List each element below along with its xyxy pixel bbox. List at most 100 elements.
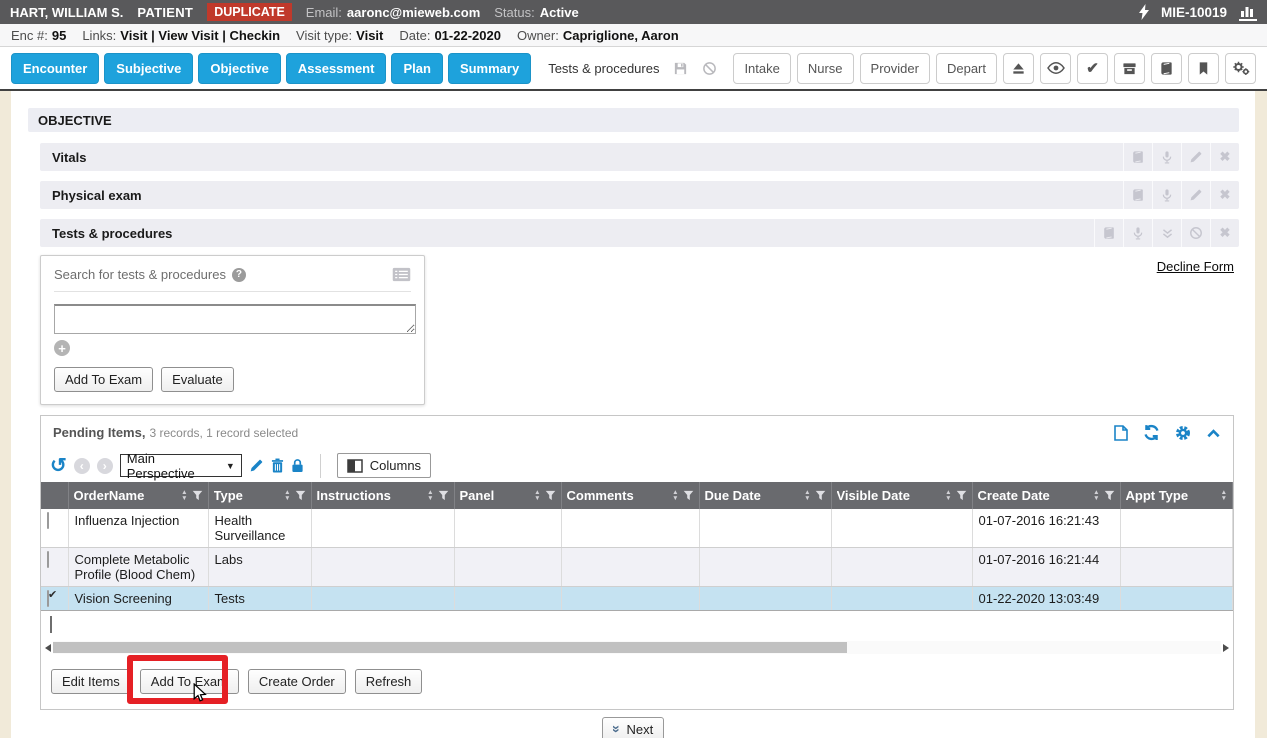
chart-tab-bar: Encounter Subjective Objective Assessmen… bbox=[0, 47, 1267, 91]
decline-form-link[interactable]: Decline Form bbox=[1157, 259, 1234, 274]
visit-links[interactable]: Visit | View Visit | Checkin bbox=[120, 28, 280, 43]
tab-plan[interactable]: Plan bbox=[391, 53, 442, 84]
sort-icon[interactable]: ▲▼ bbox=[1093, 490, 1099, 501]
close-icon[interactable]: ✖ bbox=[1210, 219, 1239, 247]
scroll-right-arrow[interactable] bbox=[1223, 644, 1229, 652]
row-checkbox[interactable] bbox=[47, 551, 49, 568]
section-vitals[interactable]: Vitals ✖ bbox=[40, 143, 1239, 171]
sort-icon[interactable]: ▲▼ bbox=[945, 490, 951, 501]
tab-encounter[interactable]: Encounter bbox=[11, 53, 99, 84]
save-icon[interactable] bbox=[673, 61, 688, 76]
nurse-button[interactable]: Nurse bbox=[797, 53, 854, 84]
filter-icon[interactable] bbox=[438, 490, 449, 501]
collapse-group-icon[interactable] bbox=[50, 616, 52, 633]
col-type: Type bbox=[214, 488, 281, 503]
tab-objective[interactable]: Objective bbox=[198, 53, 281, 84]
table-row[interactable]: Complete Metabolic Profile (Blood Chem) … bbox=[41, 548, 1233, 587]
table-row-selected[interactable]: Vision Screening Tests 01-22-2020 13:03:… bbox=[41, 587, 1233, 611]
perspective-select[interactable]: Main Perspective ▼ bbox=[120, 454, 242, 477]
archive-icon[interactable] bbox=[1114, 53, 1145, 84]
tab-assessment[interactable]: Assessment bbox=[286, 53, 387, 84]
sort-icon[interactable]: ▲▼ bbox=[284, 490, 290, 501]
sort-icon[interactable]: ▲▼ bbox=[1221, 490, 1227, 501]
row-checkbox[interactable] bbox=[47, 512, 49, 529]
gear-icon[interactable] bbox=[1175, 425, 1191, 441]
filter-icon[interactable] bbox=[815, 490, 826, 501]
add-to-exam-button[interactable]: Add To Exam bbox=[54, 367, 153, 392]
intake-button[interactable]: Intake bbox=[733, 53, 790, 84]
trash-icon[interactable] bbox=[271, 458, 284, 473]
horizontal-scrollbar[interactable] bbox=[43, 639, 1231, 656]
scrollbar-thumb[interactable] bbox=[53, 642, 847, 653]
table-row[interactable]: Influenza Injection Health Surveillance … bbox=[41, 509, 1233, 548]
duplicate-badge[interactable]: DUPLICATE bbox=[207, 3, 292, 21]
bookmark-icon[interactable] bbox=[1188, 53, 1219, 84]
eye-icon[interactable] bbox=[1040, 53, 1071, 84]
provider-button[interactable]: Provider bbox=[860, 53, 930, 84]
microphone-icon[interactable] bbox=[1152, 181, 1181, 209]
depart-button[interactable]: Depart bbox=[936, 53, 997, 84]
microphone-icon[interactable] bbox=[1152, 143, 1181, 171]
create-order-button[interactable]: Create Order bbox=[248, 669, 346, 694]
cell-create-date: 01-07-2016 16:21:43 bbox=[972, 509, 1120, 548]
date-value: 01-22-2020 bbox=[434, 28, 501, 43]
sort-icon[interactable]: ▲▼ bbox=[534, 490, 540, 501]
list-icon[interactable] bbox=[392, 267, 411, 282]
book-icon[interactable] bbox=[1151, 53, 1182, 84]
sort-icon[interactable]: ▲▼ bbox=[181, 490, 187, 501]
microphone-icon[interactable] bbox=[1123, 219, 1152, 247]
row-checkbox-checked[interactable] bbox=[47, 590, 49, 607]
edit-items-button[interactable]: Edit Items bbox=[51, 669, 131, 694]
close-icon[interactable]: ✖ bbox=[1210, 181, 1239, 209]
filter-icon[interactable] bbox=[295, 490, 306, 501]
check-icon[interactable]: ✔ bbox=[1077, 53, 1108, 84]
double-chevron-down-icon[interactable] bbox=[1152, 219, 1181, 247]
cancel-icon[interactable] bbox=[1181, 219, 1210, 247]
objective-section-header[interactable]: OBJECTIVE bbox=[28, 108, 1239, 132]
filter-icon[interactable] bbox=[683, 490, 694, 501]
pending-items-panel: Pending Items, 3 records, 1 record selec… bbox=[40, 415, 1234, 710]
scroll-left-arrow[interactable] bbox=[45, 644, 51, 652]
eject-icon[interactable] bbox=[1003, 53, 1034, 84]
pencil-icon[interactable] bbox=[249, 458, 264, 473]
tab-subjective[interactable]: Subjective bbox=[104, 53, 193, 84]
book-icon[interactable] bbox=[1123, 143, 1152, 171]
chevron-left-icon[interactable]: ‹ bbox=[74, 458, 90, 474]
filter-icon[interactable] bbox=[545, 490, 556, 501]
filter-icon[interactable] bbox=[192, 490, 203, 501]
section-physical-exam[interactable]: Physical exam ✖ bbox=[40, 181, 1239, 209]
objective-title: OBJECTIVE bbox=[38, 113, 112, 128]
close-icon[interactable]: ✖ bbox=[1210, 143, 1239, 171]
cancel-icon[interactable] bbox=[702, 61, 717, 76]
pending-items-title: Pending Items, bbox=[53, 425, 145, 440]
filter-icon[interactable] bbox=[956, 490, 967, 501]
next-button[interactable]: » Next bbox=[602, 717, 665, 738]
chevron-down-icon: ▼ bbox=[226, 461, 235, 471]
evaluate-button[interactable]: Evaluate bbox=[161, 367, 234, 392]
add-to-exam-footer-button[interactable]: Add To Exam bbox=[140, 669, 239, 694]
sort-icon[interactable]: ▲▼ bbox=[427, 490, 433, 501]
gears-icon[interactable] bbox=[1225, 53, 1256, 84]
bar-chart-icon[interactable] bbox=[1239, 4, 1257, 21]
filter-icon[interactable] bbox=[1104, 490, 1115, 501]
book-icon[interactable] bbox=[1094, 219, 1123, 247]
chevron-up-icon[interactable] bbox=[1206, 427, 1221, 439]
pencil-icon[interactable] bbox=[1181, 181, 1210, 209]
pencil-icon[interactable] bbox=[1181, 143, 1210, 171]
undo-icon[interactable]: ↺ bbox=[50, 457, 67, 475]
file-icon[interactable] bbox=[1114, 425, 1128, 441]
lock-icon[interactable] bbox=[291, 458, 304, 473]
refresh-icon[interactable] bbox=[1143, 424, 1160, 441]
sort-icon[interactable]: ▲▼ bbox=[804, 490, 810, 501]
help-icon[interactable]: ? bbox=[232, 268, 246, 282]
tab-summary[interactable]: Summary bbox=[448, 53, 531, 84]
tests-search-input[interactable] bbox=[54, 304, 416, 334]
columns-button[interactable]: Columns bbox=[337, 453, 431, 478]
plus-icon[interactable]: + bbox=[54, 340, 70, 356]
chevron-right-icon[interactable]: › bbox=[97, 458, 113, 474]
refresh-button[interactable]: Refresh bbox=[355, 669, 423, 694]
section-tests-procedures[interactable]: Tests & procedures ✖ bbox=[40, 219, 1239, 247]
sort-icon[interactable]: ▲▼ bbox=[672, 490, 678, 501]
book-icon[interactable] bbox=[1123, 181, 1152, 209]
bolt-icon[interactable] bbox=[1139, 4, 1149, 20]
